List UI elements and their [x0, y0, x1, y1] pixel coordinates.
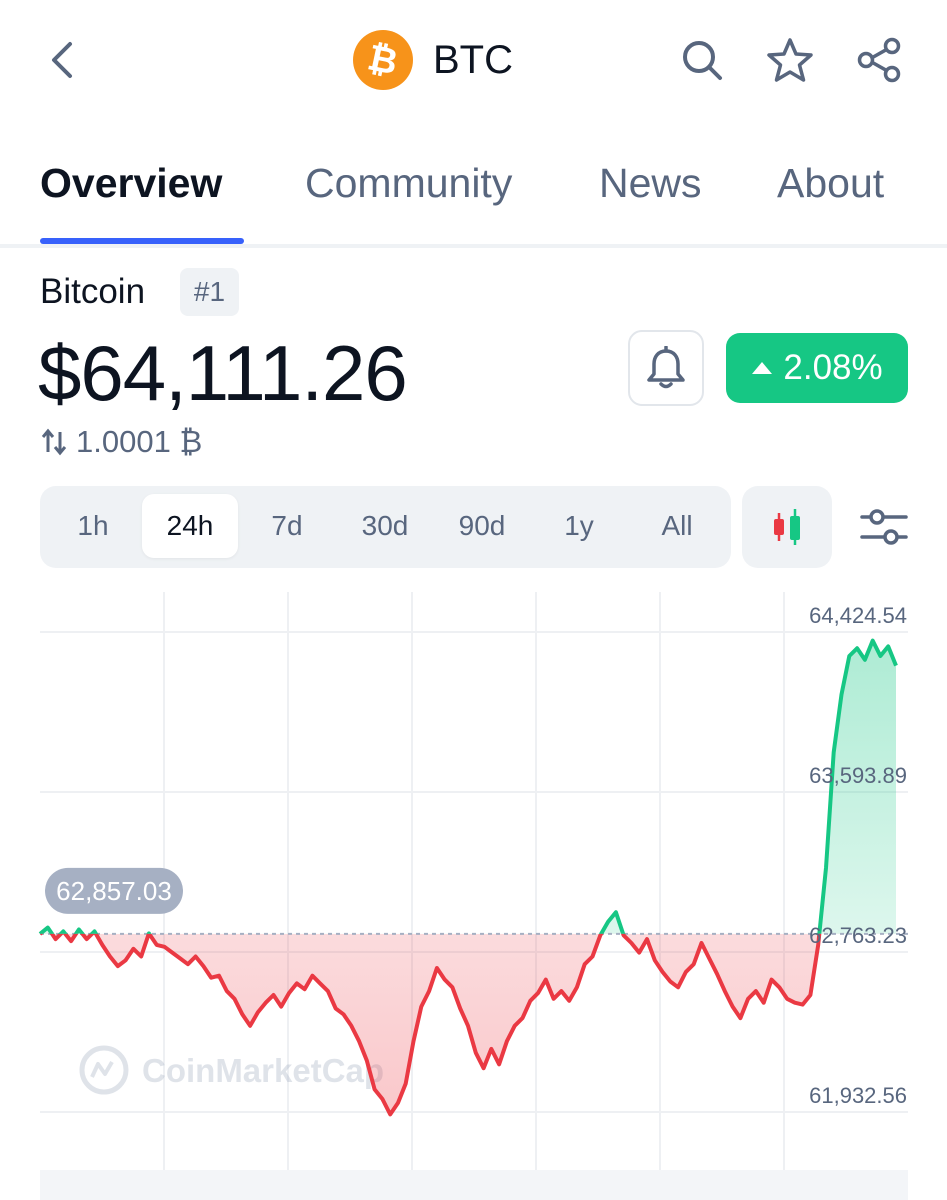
reference-price-label: 62,857.03: [56, 876, 172, 906]
y-tick-label: 63,593.89: [809, 763, 907, 788]
share-icon: [857, 37, 901, 83]
range-option-90d[interactable]: 90d: [434, 494, 530, 558]
coin-price: $64,111.26: [38, 329, 408, 417]
active-tab-indicator: [40, 238, 244, 244]
back-arrow-icon: [52, 42, 72, 78]
candlestick-icon: [774, 509, 800, 545]
watchlist-star-button[interactable]: [766, 36, 814, 84]
tab-news[interactable]: News: [599, 160, 702, 207]
star-icon: [767, 38, 813, 82]
price-alert-button[interactable]: [628, 330, 704, 406]
coin-header: ₿ BTC: [353, 30, 513, 90]
price-change-value: 2.08%: [783, 348, 883, 387]
y-tick-label: 61,932.56: [809, 1083, 907, 1108]
swap-arrows-icon: [41, 428, 67, 456]
price-chart[interactable]: CoinMarketCap 64,424.54 63,593.89 62,763.2…: [0, 580, 947, 1200]
btc-conversion[interactable]: 1.0001 ₿: [40, 424, 202, 460]
time-range-selector: 1h 24h 7d 30d 90d 1y All: [40, 486, 731, 568]
btc-amount-value: 1.0001 ₿: [76, 424, 203, 459]
tab-community[interactable]: Community: [305, 160, 512, 207]
tab-bar: Overview Community News About: [0, 150, 947, 248]
tab-about[interactable]: About: [777, 160, 884, 207]
search-icon: [683, 41, 722, 80]
reference-price-tag: 62,857.03: [45, 867, 183, 914]
bitcoin-logo-icon: ₿: [353, 30, 413, 90]
y-tick-label: 62,763.23: [809, 923, 907, 948]
watermark-text: CoinMarketCap: [142, 1052, 384, 1089]
search-button[interactable]: [678, 36, 726, 84]
bitcoin-glyph: ₿: [364, 36, 402, 83]
y-tick-label: 64,424.54: [809, 603, 907, 628]
bell-icon: [647, 346, 685, 389]
candlestick-toggle-button[interactable]: [742, 486, 832, 568]
caret-up-icon: [752, 362, 773, 374]
chart-settings-button[interactable]: [858, 503, 910, 551]
range-option-30d[interactable]: 30d: [337, 494, 433, 558]
price-change-badge: 2.08%: [726, 333, 908, 403]
share-button[interactable]: [856, 36, 904, 84]
coin-symbol: BTC: [433, 37, 513, 82]
rank-badge: #1: [180, 268, 239, 316]
volume-strip: [40, 1170, 908, 1200]
range-option-all[interactable]: All: [629, 494, 725, 558]
range-option-24h[interactable]: 24h: [142, 494, 238, 558]
coinmarketcap-watermark: CoinMarketCap: [79, 1045, 384, 1095]
range-option-7d[interactable]: 7d: [239, 494, 335, 558]
coin-name: Bitcoin: [40, 272, 146, 311]
range-option-1y[interactable]: 1y: [531, 494, 627, 558]
range-option-1h[interactable]: 1h: [45, 494, 141, 558]
tab-overview[interactable]: Overview: [40, 160, 222, 207]
sliders-icon: [860, 509, 908, 545]
back-button[interactable]: [40, 38, 84, 82]
